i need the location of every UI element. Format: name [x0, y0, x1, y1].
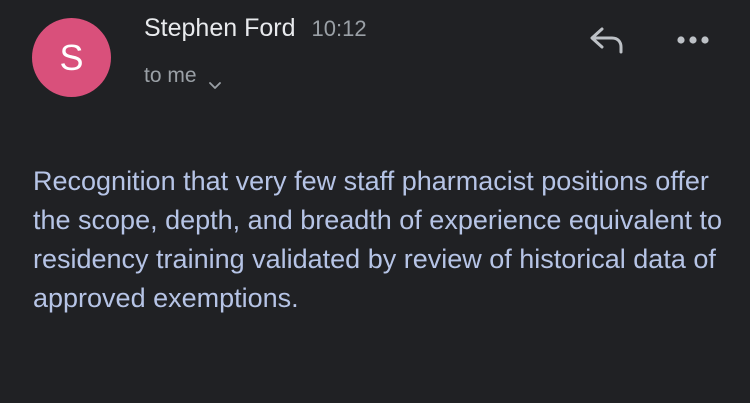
sender-avatar[interactable]: S — [32, 18, 111, 97]
sender-name[interactable]: Stephen Ford — [144, 14, 296, 43]
recipient-details-toggle[interactable]: to me — [144, 64, 221, 89]
message-body: Recognition that very few staff pharmaci… — [33, 166, 723, 313]
recipient-label: to me — [144, 64, 197, 87]
more-options-button[interactable] — [672, 26, 714, 56]
avatar-initial: S — [59, 36, 84, 78]
message-time: 10:12 — [311, 16, 367, 41]
reply-icon — [588, 25, 626, 60]
sender-header: Stephen Ford 10:12 — [144, 14, 367, 43]
more-options-icon — [676, 32, 710, 50]
reply-button[interactable] — [585, 24, 629, 60]
chevron-down-icon — [208, 72, 221, 89]
